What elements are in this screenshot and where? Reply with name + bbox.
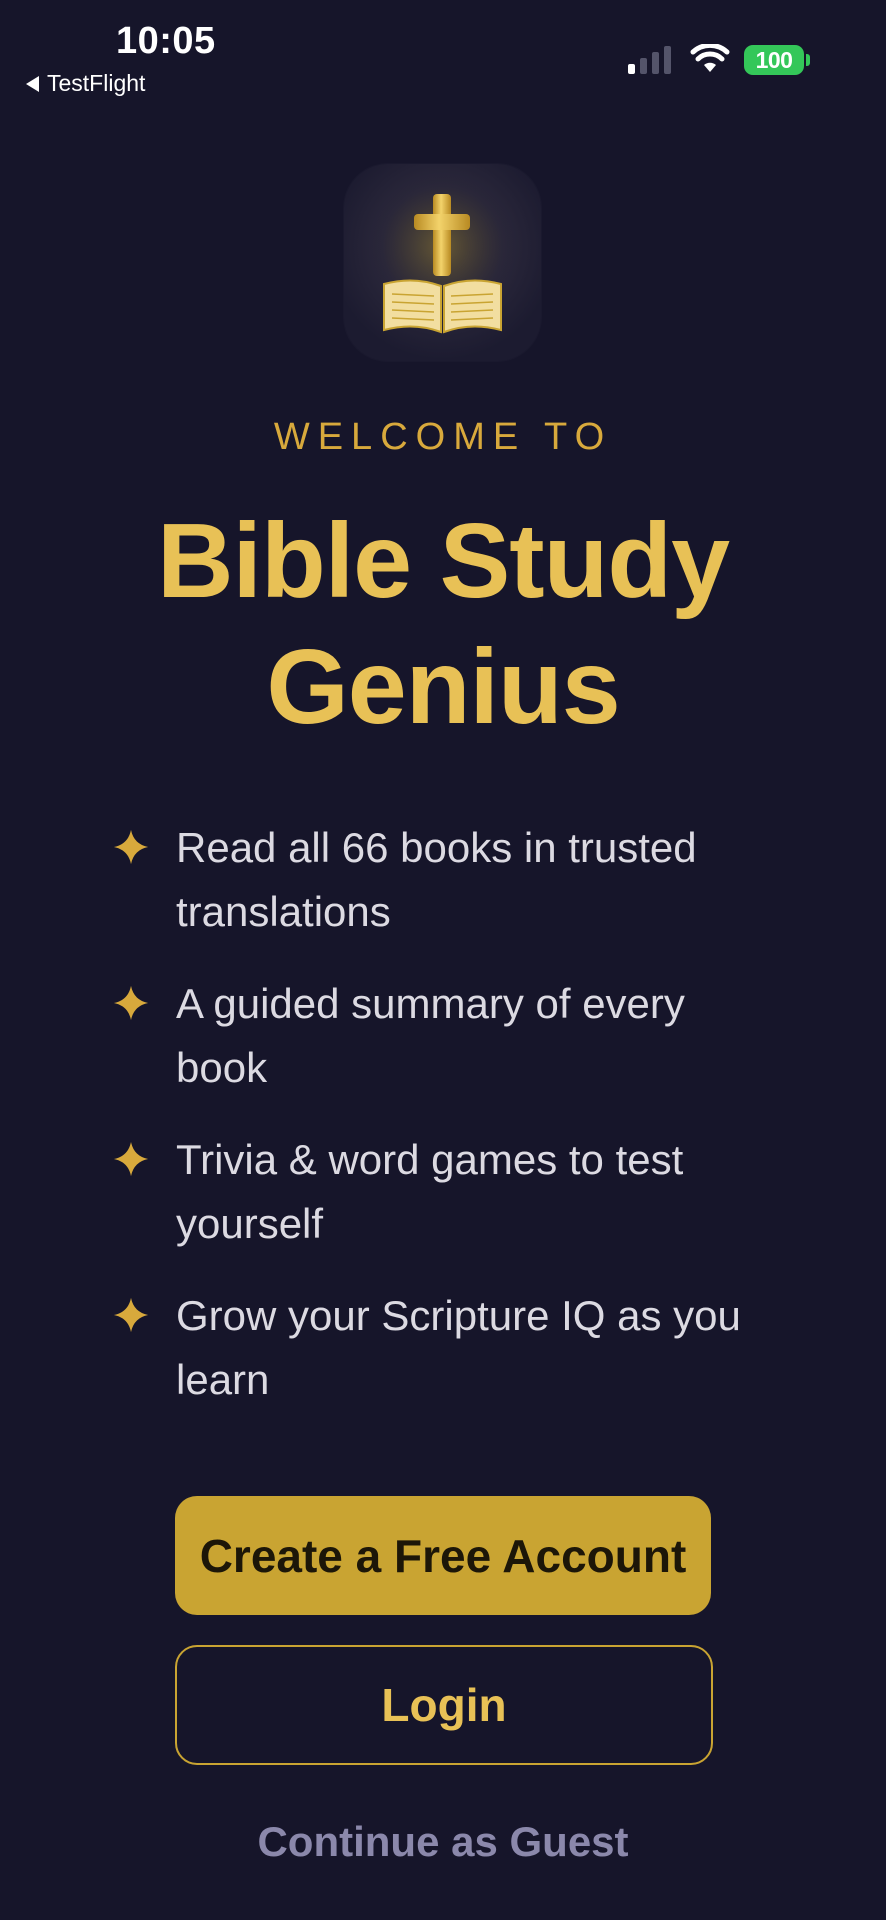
- back-arrow-icon: [26, 75, 39, 92]
- app-title-line-1: Bible Study: [156, 502, 730, 620]
- feature-text: Grow your Scripture IQ as you learn: [176, 1292, 741, 1403]
- wifi-icon: [690, 44, 730, 72]
- create-account-button[interactable]: Create a Free Account: [175, 1496, 711, 1615]
- battery-icon: 100: [744, 45, 804, 75]
- feature-text: Read all 66 books in trusted translation…: [176, 824, 697, 935]
- feature-item: Grow your Scripture IQ as you learn: [112, 1284, 762, 1412]
- back-to-testflight[interactable]: TestFlight: [26, 70, 145, 97]
- back-label: TestFlight: [47, 70, 146, 96]
- continue-as-guest-button[interactable]: Continue as Guest: [0, 1818, 886, 1866]
- feature-item: Trivia & word games to test yourself: [112, 1128, 762, 1256]
- sparkle-icon: [113, 985, 149, 1021]
- feature-text: A guided summary of every book: [176, 980, 685, 1091]
- sparkle-icon: [113, 1297, 149, 1333]
- app-title-line-2: Genius: [266, 628, 620, 746]
- feature-item: Read all 66 books in trusted translation…: [112, 816, 762, 944]
- feature-item: A guided summary of every book: [112, 972, 762, 1100]
- login-button[interactable]: Login: [175, 1645, 713, 1765]
- feature-text: Trivia & word games to test yourself: [176, 1136, 684, 1247]
- welcome-kicker: WELCOME TO: [273, 416, 613, 458]
- signal-icon: [628, 46, 671, 74]
- app-title: Bible Study Genius: [0, 498, 886, 750]
- sparkle-icon: [113, 1141, 149, 1177]
- feature-list: Read all 66 books in trusted translation…: [112, 816, 762, 1440]
- status-time: 10:05: [116, 20, 216, 62]
- cross-and-book-icon: [344, 164, 541, 361]
- sparkle-icon: [113, 829, 149, 865]
- battery-cap: [806, 54, 810, 66]
